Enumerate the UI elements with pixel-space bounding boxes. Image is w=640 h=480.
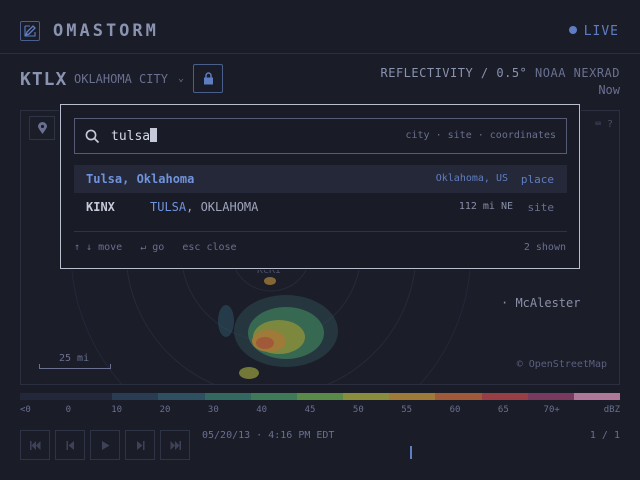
map-attribution[interactable]: © OpenStreetMap — [517, 359, 607, 370]
product-label: REFLECTIVITY / 0.5° NOAA NEXRAD — [381, 66, 621, 80]
logo-icon — [20, 21, 40, 41]
keyboard-icon[interactable]: ⌨ — [595, 119, 601, 130]
station-city[interactable]: OKLAHOMA CITY — [74, 72, 168, 86]
scale-bar — [39, 364, 111, 369]
frame-count: 1 / 1 — [589, 430, 620, 441]
search-result-site[interactable]: KINX TULSA, OKLAHOMA 112 mi NE site — [74, 193, 567, 221]
legend-label: 55 — [401, 405, 413, 415]
reflectivity-color-scale — [20, 393, 621, 400]
timeline-marker[interactable] — [410, 446, 412, 459]
legend-swatch — [435, 393, 482, 400]
chevron-down-icon[interactable]: ⌄ — [178, 73, 184, 84]
legend-label: 10 — [111, 405, 123, 415]
result-place-match: TULSA — [150, 200, 187, 214]
reflectivity-echo — [218, 277, 338, 379]
legend-label: dBZ — [603, 405, 620, 415]
keyboard-shortcuts: ↑ ↓ move ↵ go esc close — [74, 242, 237, 253]
frame-timestamp: 05/20/13 · 4:16 PM EDT — [202, 430, 335, 441]
legend-label: 45 — [304, 405, 316, 415]
live-dot-icon — [568, 26, 577, 34]
play-icon — [102, 441, 110, 450]
legend-label: 65 — [497, 405, 509, 415]
app-title: OMASTORM — [53, 21, 159, 41]
result-count: 2 shown — [523, 242, 566, 253]
step-forward-button[interactable] — [125, 430, 155, 460]
scale-label: 25 mi — [59, 353, 90, 364]
legend-labels: <0 0 10 20 30 40 45 50 55 60 65 70+ dBZ — [20, 405, 620, 417]
app-header: OMASTORM LIVE — [0, 0, 640, 54]
legend-swatch — [296, 393, 344, 400]
locate-button[interactable] — [29, 116, 55, 140]
search-query-text: tulsa — [111, 129, 151, 144]
search-result-place[interactable]: Tulsa, Oklahoma Oklahoma, US place — [74, 165, 567, 193]
legend-label: 50 — [352, 405, 364, 415]
search-palette: tulsa city · site · coordinates Tulsa, O… — [60, 104, 580, 269]
result-meta: Oklahoma, US — [435, 173, 508, 184]
play-button[interactable] — [90, 430, 120, 460]
help-button[interactable]: ? — [607, 119, 613, 130]
step-forward-icon — [137, 441, 145, 450]
result-name: KINX — [86, 200, 115, 214]
legend-swatch — [481, 393, 528, 400]
search-input[interactable]: tulsa city · site · coordinates — [74, 118, 567, 154]
result-kind: place — [520, 173, 554, 186]
palette-divider — [74, 231, 567, 232]
search-query[interactable]: tulsa — [111, 128, 158, 144]
city-label: · McAlester — [501, 296, 581, 310]
legend-swatch — [573, 393, 621, 400]
legend-label: 60 — [449, 405, 461, 415]
result-place: TULSA, OKLAHOMA — [150, 200, 258, 214]
legend-label: 20 — [159, 405, 171, 415]
time-label: Now — [598, 83, 620, 97]
result-kind: site — [527, 201, 555, 214]
legend-swatch — [343, 393, 390, 400]
legend-swatch — [158, 393, 205, 400]
skip-first-button[interactable] — [20, 430, 50, 460]
skip-last-button[interactable] — [160, 430, 190, 460]
lock-button[interactable] — [193, 64, 223, 93]
live-label: LIVE — [583, 24, 619, 39]
legend-swatch — [204, 393, 251, 400]
live-indicator[interactable]: LIVE — [568, 24, 619, 39]
lock-icon — [204, 72, 213, 85]
step-back-button[interactable] — [55, 430, 85, 460]
legend-label: 70+ — [543, 405, 560, 415]
legend-swatch — [527, 393, 574, 400]
legend-swatch — [20, 393, 67, 400]
search-icon — [85, 129, 100, 144]
text-cursor — [150, 128, 158, 142]
legend-label: <0 — [20, 405, 31, 415]
product-name: REFLECTIVITY / 0.5° — [380, 66, 528, 80]
result-place-rest: , OKLAHOMA — [186, 200, 259, 214]
station-code[interactable]: KTLX — [20, 69, 67, 90]
search-hint: city · site · coordinates — [405, 130, 556, 141]
result-name: Tulsa, Oklahoma — [86, 172, 195, 186]
legend-label: 30 — [207, 405, 219, 415]
step-back-icon — [66, 441, 74, 450]
legend-swatch — [112, 393, 159, 400]
skip-last-icon — [170, 441, 181, 450]
legend-label: 40 — [256, 405, 268, 415]
legend-swatch — [389, 393, 436, 400]
result-meta: 112 mi NE — [458, 201, 513, 212]
legend-label: 0 — [65, 405, 72, 415]
legend-swatch — [250, 393, 297, 400]
map-pin-icon — [38, 122, 47, 134]
skip-first-icon — [30, 441, 41, 450]
legend-swatch — [66, 393, 113, 400]
product-source: NOAA NEXRAD — [535, 66, 620, 80]
